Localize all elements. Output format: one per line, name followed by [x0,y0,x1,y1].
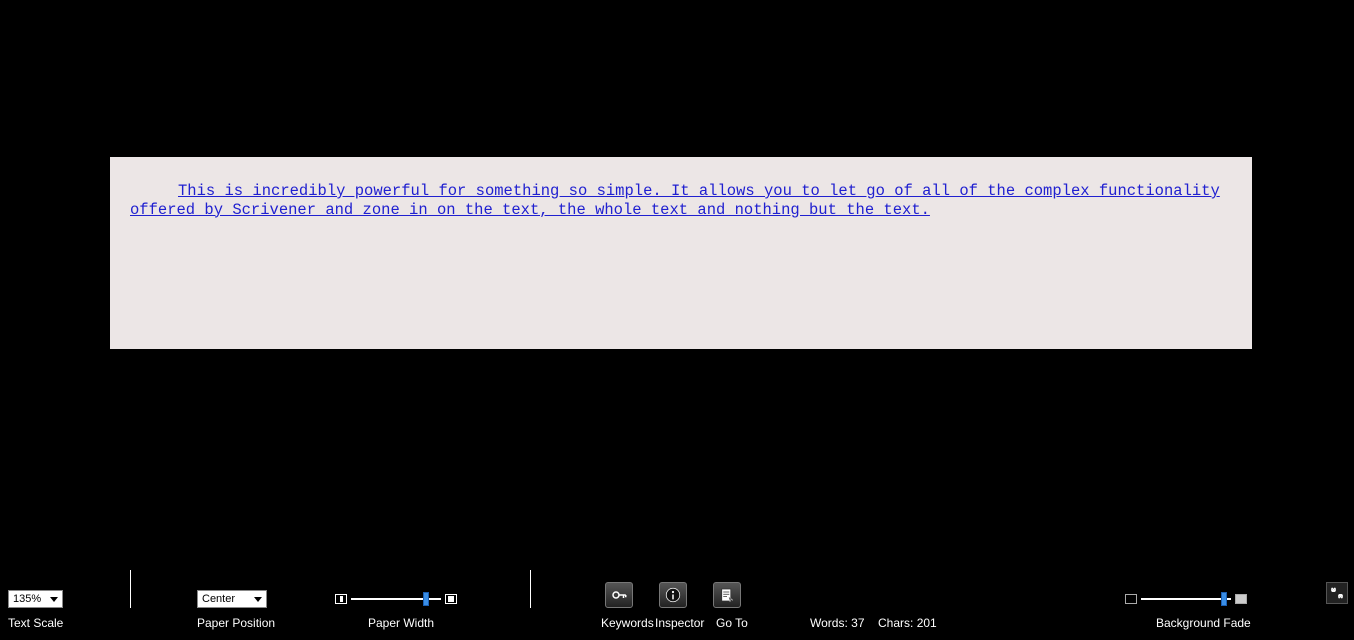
fade-dark-icon [1125,594,1137,604]
chars-value: 201 [917,616,937,630]
word-count: Words: 37 [810,616,865,630]
chevron-down-icon [254,597,262,602]
paper-width-label: Paper Width [368,616,434,630]
bottom-toolbar: 135% Text Scale Center Paper Position Pa… [0,560,1354,640]
words-value: 37 [851,616,864,630]
exit-fullscreen-icon [1330,586,1344,600]
slider-track[interactable] [1141,598,1231,600]
text-scale-dropdown[interactable]: 135% [8,590,63,608]
editor-paper[interactable]: This is incredibly powerful for somethin… [110,157,1252,349]
separator [130,570,131,608]
background-fade-label: Background Fade [1156,616,1251,630]
paper-position-value: Center [202,593,235,605]
info-icon [664,586,682,604]
slider-thumb[interactable] [423,592,429,606]
key-icon [610,586,628,604]
inspector-label: Inspector [655,616,704,630]
narrow-icon [335,594,347,604]
text-scale-label: Text Scale [8,616,63,630]
text-scale-value: 135% [13,593,41,605]
keywords-label: Keywords [601,616,654,630]
exit-fullscreen-button[interactable] [1326,582,1348,604]
paper-position-dropdown[interactable]: Center [197,590,267,608]
goto-label: Go To [716,616,748,630]
goto-button[interactable] [713,582,741,608]
fade-light-icon [1235,594,1247,604]
char-count: Chars: 201 [878,616,937,630]
paper-position-label: Paper Position [197,616,275,630]
document-text[interactable]: This is incredibly powerful for somethin… [130,182,1232,219]
chars-label: Chars: [878,616,913,630]
words-label: Words: [810,616,848,630]
separator [530,570,531,608]
goto-icon [718,586,736,604]
background-fade-slider[interactable] [1125,592,1247,606]
chevron-down-icon [50,597,58,602]
wide-icon [445,594,457,604]
keywords-button[interactable] [605,582,633,608]
slider-thumb[interactable] [1221,592,1227,606]
inspector-button[interactable] [659,582,687,608]
paper-width-slider[interactable] [335,592,457,606]
slider-track[interactable] [351,598,441,600]
